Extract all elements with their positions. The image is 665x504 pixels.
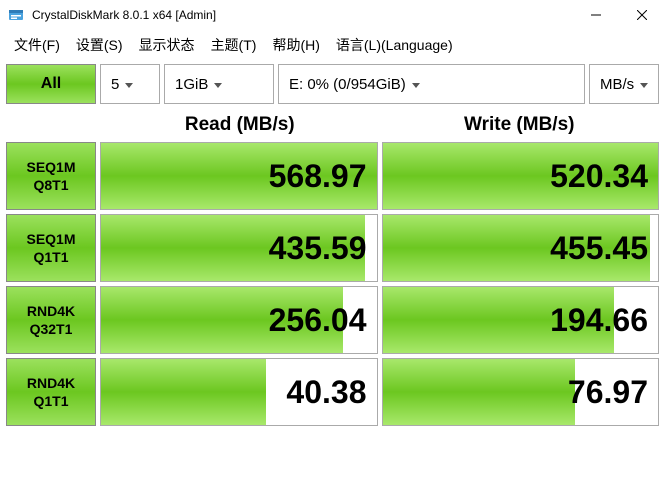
read-cell: 256.04: [100, 286, 378, 354]
write-cell: 520.34: [382, 142, 660, 210]
minimize-button[interactable]: [573, 0, 619, 30]
read-cell: 435.59: [100, 214, 378, 282]
menu-help[interactable]: 帮助(H): [266, 31, 325, 59]
write-value: 520.34: [550, 158, 648, 195]
run-all-button[interactable]: All: [6, 64, 96, 104]
toolbar: All 5 1GiB E: 0% (0/954GiB) MB/s: [0, 60, 665, 108]
row-label-2: Q1T1: [33, 392, 68, 410]
menu-settings[interactable]: 设置(S): [70, 31, 129, 59]
results-grid: Read (MB/s) Write (MB/s) SEQ1M Q8T1 568.…: [0, 108, 665, 436]
row-label-1: RND4K: [27, 302, 75, 320]
write-header: Write (MB/s): [380, 108, 660, 142]
run-seq1m-q1t1-button[interactable]: SEQ1M Q1T1: [6, 214, 96, 282]
menu-theme[interactable]: 主题(T): [205, 31, 263, 59]
size-value: 1GiB: [175, 76, 208, 93]
read-value: 256.04: [269, 302, 367, 339]
row-label-2: Q32T1: [30, 320, 73, 338]
row-label-2: Q8T1: [33, 176, 68, 194]
read-value: 435.59: [269, 230, 367, 267]
window-titlebar: CrystalDiskMark 8.0.1 x64 [Admin]: [0, 0, 665, 30]
size-dropdown[interactable]: 1GiB: [164, 64, 274, 104]
menu-language[interactable]: 语言(L)(Language): [330, 31, 459, 59]
row-label-2: Q1T1: [33, 248, 68, 266]
write-value: 455.45: [550, 230, 648, 267]
result-row: SEQ1M Q1T1 435.59 455.45: [6, 214, 659, 282]
read-value: 568.97: [269, 158, 367, 195]
runs-value: 5: [111, 76, 119, 93]
window-title: CrystalDiskMark 8.0.1 x64 [Admin]: [32, 8, 573, 22]
write-cell: 76.97: [382, 358, 660, 426]
header-spacer: [6, 108, 100, 142]
write-cell: 194.66: [382, 286, 660, 354]
run-rnd4k-q1t1-button[interactable]: RND4K Q1T1: [6, 358, 96, 426]
unit-dropdown[interactable]: MB/s: [589, 64, 659, 104]
menu-file[interactable]: 文件(F): [8, 31, 66, 59]
app-icon: [8, 7, 24, 23]
result-row: RND4K Q1T1 40.38 76.97: [6, 358, 659, 426]
target-value: E: 0% (0/954GiB): [289, 76, 406, 93]
menubar: 文件(F) 设置(S) 显示状态 主题(T) 帮助(H) 语言(L)(Langu…: [0, 30, 665, 60]
row-label-1: SEQ1M: [26, 158, 75, 176]
row-label-1: RND4K: [27, 374, 75, 392]
write-value: 76.97: [568, 374, 648, 411]
column-headers: Read (MB/s) Write (MB/s): [6, 108, 659, 142]
unit-value: MB/s: [600, 76, 634, 93]
runs-dropdown[interactable]: 5: [100, 64, 160, 104]
write-bar: [383, 359, 576, 425]
read-cell: 568.97: [100, 142, 378, 210]
run-seq1m-q8t1-button[interactable]: SEQ1M Q8T1: [6, 142, 96, 210]
close-button[interactable]: [619, 0, 665, 30]
window-controls: [573, 0, 665, 30]
write-cell: 455.45: [382, 214, 660, 282]
read-cell: 40.38: [100, 358, 378, 426]
read-value: 40.38: [286, 374, 366, 411]
read-bar: [101, 359, 266, 425]
menu-display[interactable]: 显示状态: [133, 31, 201, 59]
write-value: 194.66: [550, 302, 648, 339]
result-row: RND4K Q32T1 256.04 194.66: [6, 286, 659, 354]
run-rnd4k-q32t1-button[interactable]: RND4K Q32T1: [6, 286, 96, 354]
row-label-1: SEQ1M: [26, 230, 75, 248]
result-row: SEQ1M Q8T1 568.97 520.34: [6, 142, 659, 210]
read-header: Read (MB/s): [100, 108, 380, 142]
target-dropdown[interactable]: E: 0% (0/954GiB): [278, 64, 585, 104]
